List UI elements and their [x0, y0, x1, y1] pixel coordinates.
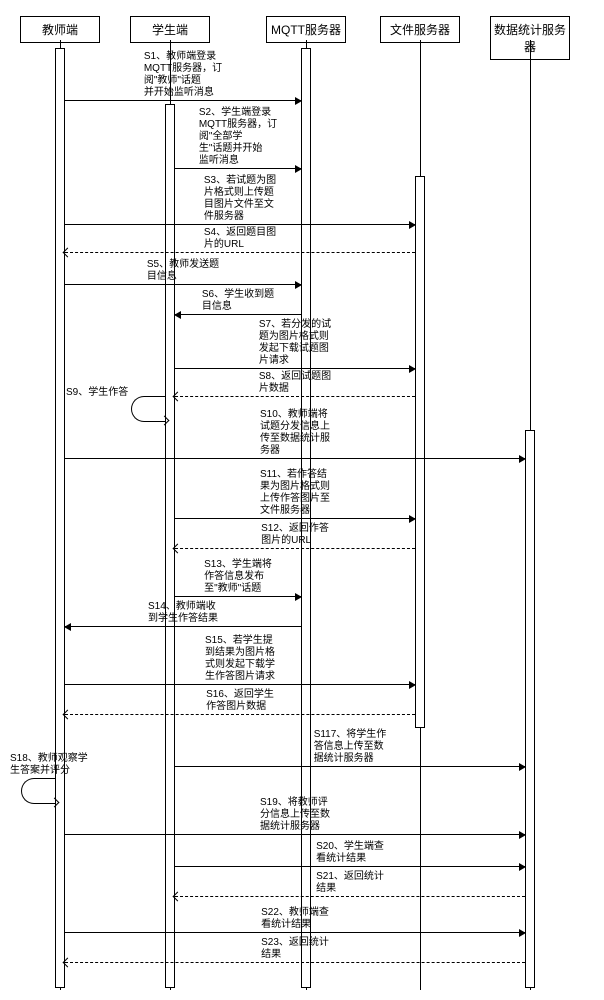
- msg-s19: S19、将教师评分信息上传至数据统计服务器: [65, 834, 525, 835]
- msg-s9: S9、学生作答: [131, 396, 166, 422]
- msg-s10-label: S10、教师端将试题分发信息上传至数据统计服务器: [260, 409, 330, 457]
- msg-s3-label: S3、若试题为图片格式则上传题目图片文件至文件服务器: [204, 175, 276, 223]
- msg-s15-label: S15、若学生提到结果为图片格式则发起下载学生作答图片请求: [205, 635, 275, 683]
- msg-s18: S18、教师观察学生答案并评分: [21, 778, 56, 804]
- msg-s4-label: S4、返回题目图片的URL: [204, 227, 276, 251]
- msg-s3: S3、若试题为图片格式则上传题目图片文件至文件服务器: [65, 224, 415, 225]
- activation-stats: [525, 430, 535, 988]
- msg-s7-label: S7、若分发的试题为图片格式则发起下载试题图片请求: [259, 319, 331, 367]
- activation-file: [415, 176, 425, 728]
- msg-s12: S12、返回作答图片的URL: [175, 548, 415, 549]
- msg-s2-label: S2、学生端登录MQTT服务器，订阅"全部学生"话题并开始监听消息: [199, 107, 277, 167]
- msg-s22-label: S22、教师端查看统计结果: [261, 907, 329, 931]
- msg-s13: S13、学生端将作答信息发布至"教师"话题: [175, 596, 301, 597]
- msg-s8-label: S8、返回试题图片数据: [259, 371, 331, 395]
- sequence-diagram: 教师端 学生端 MQTT服务器 文件服务器 数据统计服务器 S1、教师端登录MQ…: [0, 0, 604, 1000]
- msg-s9-label: S9、学生作答: [66, 387, 128, 399]
- msg-s23-label: S23、返回统计结果: [261, 937, 329, 961]
- msg-s12-label: S12、返回作答图片的URL: [261, 523, 329, 547]
- msg-s7: S7、若分发的试题为图片格式则发起下载试题图片请求: [175, 368, 415, 369]
- msg-s2: S2、学生端登录MQTT服务器，订阅"全部学生"话题并开始监听消息: [175, 168, 301, 169]
- msg-s1: S1、教师端登录MQTT服务器，订阅"教师"话题并开始监听消息: [65, 100, 301, 101]
- msg-s16: S16、返回学生作答图片数据: [65, 714, 415, 715]
- activation-teacher: [55, 48, 65, 988]
- msg-s6: S6、学生收到题目信息: [175, 314, 301, 315]
- msg-s21-label: S21、返回统计结果: [316, 871, 384, 895]
- msg-s16-label: S16、返回学生作答图片数据: [206, 689, 274, 713]
- msg-s22: S22、教师端查看统计结果: [65, 932, 525, 933]
- msg-s8: S8、返回试题图片数据: [175, 396, 415, 397]
- msg-s14: S14、教师端收到学生作答结果: [65, 626, 301, 627]
- msg-s10: S10、教师端将试题分发信息上传至数据统计服务器: [65, 458, 525, 459]
- msg-s23: S23、返回统计结果: [65, 962, 525, 963]
- msg-s117: S117、将学生作答信息上传至数据统计服务器: [175, 766, 525, 767]
- msg-s11: S11、若作答结果为图片格式则上传作答图片至文件服务器: [175, 518, 415, 519]
- msg-s11-label: S11、若作答结果为图片格式则上传作答图片至文件服务器: [260, 469, 330, 517]
- msg-s15: S15、若学生提到结果为图片格式则发起下载学生作答图片请求: [65, 684, 415, 685]
- participant-mqtt: MQTT服务器: [266, 16, 346, 43]
- msg-s20: S20、学生端查看统计结果: [175, 866, 525, 867]
- msg-s21: S21、返回统计结果: [175, 896, 525, 897]
- participant-student: 学生端: [130, 16, 210, 43]
- participant-file: 文件服务器: [380, 16, 460, 43]
- msg-s6-label: S6、学生收到题目信息: [202, 289, 274, 313]
- msg-s18-label: S18、教师观察学生答案并评分: [10, 753, 88, 777]
- msg-s13-label: S13、学生端将作答信息发布至"教师"话题: [204, 559, 272, 595]
- msg-s1-label: S1、教师端登录MQTT服务器，订阅"教师"话题并开始监听消息: [144, 51, 222, 99]
- msg-s5: S5、教师发送题目信息: [65, 284, 301, 285]
- participant-teacher: 教师端: [20, 16, 100, 43]
- msg-s117-label: S117、将学生作答信息上传至数据统计服务器: [314, 729, 387, 765]
- msg-s19-label: S19、将教师评分信息上传至数据统计服务器: [260, 797, 330, 833]
- msg-s4: S4、返回题目图片的URL: [65, 252, 415, 253]
- msg-s14-label: S14、教师端收到学生作答结果: [148, 601, 218, 625]
- msg-s20-label: S20、学生端查看统计结果: [316, 841, 384, 865]
- msg-s5-label: S5、教师发送题目信息: [147, 259, 219, 283]
